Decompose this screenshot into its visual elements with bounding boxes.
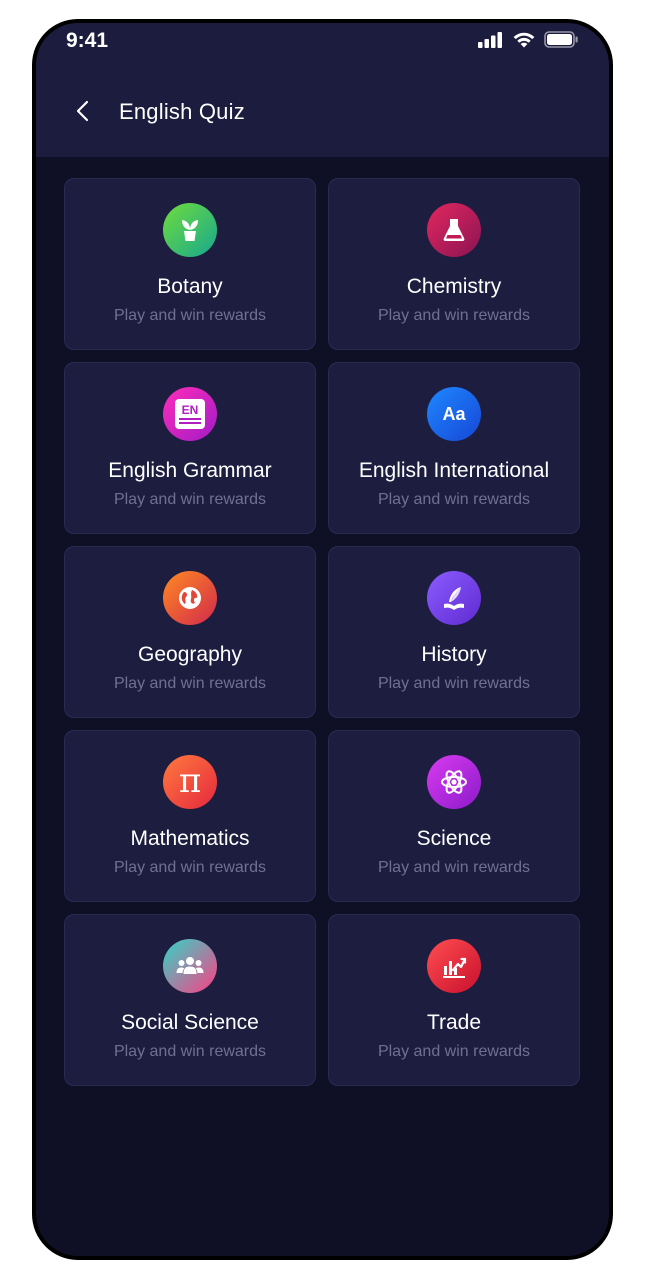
app-screen: 9:41 English Quiz Botany Play and win re… xyxy=(36,23,609,1256)
category-card-history[interactable]: History Play and win rewards xyxy=(328,546,580,718)
category-subtitle: Play and win rewards xyxy=(377,859,531,876)
atom-icon xyxy=(427,755,481,809)
category-card-trade[interactable]: Trade Play and win rewards xyxy=(328,914,580,1086)
battery-icon xyxy=(544,31,578,48)
category-subtitle: Play and win rewards xyxy=(113,675,267,692)
category-card-chemistry[interactable]: Chemistry Play and win rewards xyxy=(328,178,580,350)
trade-chart-icon xyxy=(427,939,481,993)
category-subtitle: Play and win rewards xyxy=(377,675,531,692)
category-subtitle: Play and win rewards xyxy=(113,307,267,324)
signal-icon xyxy=(478,31,502,48)
category-subtitle: Play and win rewards xyxy=(113,1043,267,1060)
category-card-english-international[interactable]: Aa English International Play and win re… xyxy=(328,362,580,534)
pi-icon: π xyxy=(163,755,217,809)
people-group-icon xyxy=(163,939,217,993)
category-card-science[interactable]: Science Play and win rewards xyxy=(328,730,580,902)
category-subtitle: Play and win rewards xyxy=(113,859,267,876)
back-arrow-icon[interactable] xyxy=(72,99,96,123)
category-grid: Botany Play and win rewards Chemistry Pl… xyxy=(64,178,580,1086)
category-name: Mathematics xyxy=(130,827,250,850)
category-name: Chemistry xyxy=(406,275,502,298)
wifi-icon xyxy=(513,32,535,48)
page-title: English Quiz xyxy=(119,99,245,124)
category-name: History xyxy=(421,643,487,666)
phone-frame: 9:41 English Quiz Botany Play and win re… xyxy=(32,19,613,1260)
category-card-social-science[interactable]: Social Science Play and win rewards xyxy=(64,914,316,1086)
category-card-geography[interactable]: Geography Play and win rewards xyxy=(64,546,316,718)
category-name: Science xyxy=(416,827,492,850)
flask-icon xyxy=(427,203,481,257)
plant-pot-icon xyxy=(163,203,217,257)
category-name: English Grammar xyxy=(108,459,272,482)
category-name: English International xyxy=(358,459,550,482)
en-book-icon: EN xyxy=(163,387,217,441)
status-icons xyxy=(478,31,579,48)
category-card-english-grammar[interactable]: EN English Grammar Play and win rewards xyxy=(64,362,316,534)
category-name: Geography xyxy=(138,643,242,666)
status-time: 9:41 xyxy=(66,29,109,52)
aa-text-icon: Aa xyxy=(427,387,481,441)
category-card-mathematics[interactable]: π Mathematics Play and win rewards xyxy=(64,730,316,902)
globe-icon xyxy=(163,571,217,625)
category-name: Social Science xyxy=(121,1011,259,1034)
category-subtitle: Play and win rewards xyxy=(113,491,267,508)
quill-book-icon xyxy=(427,571,481,625)
category-card-botany[interactable]: Botany Play and win rewards xyxy=(64,178,316,350)
category-name: Botany xyxy=(157,275,223,298)
category-subtitle: Play and win rewards xyxy=(377,491,531,508)
category-name: Trade xyxy=(426,1011,482,1034)
category-subtitle: Play and win rewards xyxy=(377,1043,531,1060)
category-subtitle: Play and win rewards xyxy=(377,307,531,324)
header-bar: 9:41 English Quiz xyxy=(36,23,609,157)
